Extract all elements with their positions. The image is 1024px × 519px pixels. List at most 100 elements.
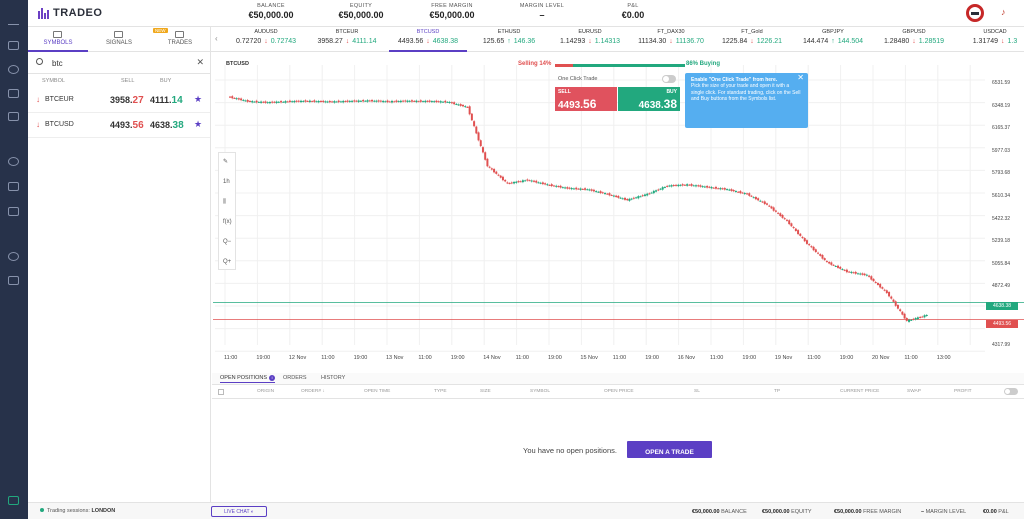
open-trade-button[interactable]: OPEN A TRADE xyxy=(627,441,712,458)
ticker-buy[interactable]: 146.36 xyxy=(514,38,535,45)
candle xyxy=(632,197,635,199)
chart-sell-button[interactable]: SELL 4493.56 xyxy=(555,87,617,111)
ticker-sell[interactable]: 1.14293 xyxy=(560,38,585,45)
candle xyxy=(586,189,589,191)
symbol-row-btcusd[interactable]: ↓ BTCUSD 4493.56 4638.38 ★ xyxy=(28,113,210,138)
warning-icon[interactable] xyxy=(8,16,19,25)
tab-orders[interactable]: ORDERS xyxy=(283,375,307,381)
candle xyxy=(268,101,271,104)
one-click-toggle[interactable] xyxy=(662,75,676,83)
close-icon[interactable]: ✕ xyxy=(196,57,204,68)
ticker-buy[interactable]: 4638.38 xyxy=(433,38,458,45)
down-arrow-icon: ↓ xyxy=(36,95,40,104)
timeframe-button[interactable]: 1h xyxy=(223,179,230,185)
candle xyxy=(894,301,897,306)
avatar[interactable] xyxy=(966,4,984,22)
ticker-buy[interactable]: 144.504 xyxy=(838,38,863,45)
candle xyxy=(837,265,840,268)
ticker-btcusd[interactable]: BTCUSD 4493.56 ↓ 4638.38 xyxy=(389,27,467,52)
candle xyxy=(240,98,243,101)
sell-price[interactable]: 3958.27 xyxy=(110,95,144,106)
buy-price[interactable]: 4111.14 xyxy=(150,95,183,106)
candle xyxy=(430,101,433,103)
ticker-sell[interactable]: 144.474 xyxy=(803,38,828,45)
star-icon[interactable]: ★ xyxy=(194,94,202,105)
ticker-buy[interactable]: 1226.21 xyxy=(757,38,782,45)
close-icon[interactable]: ✕ xyxy=(797,73,804,81)
ticker-buy[interactable]: 1.14313 xyxy=(595,38,620,45)
chart-buy-button[interactable]: BUY 4638.38 xyxy=(618,87,680,111)
bell-icon[interactable]: ♪ xyxy=(1001,7,1006,17)
ticker-gbpjpy[interactable]: GBPJPY 144.474 ↑ 144.504 xyxy=(794,27,872,52)
ticker-buy[interactable]: 1.3 xyxy=(1008,38,1018,45)
symbol-row-btceur[interactable]: ↓ BTCEUR 3958.27 4111.14 ★ xyxy=(28,88,210,113)
candles-icon[interactable]: ⫼ xyxy=(223,199,226,206)
column-header: TP xyxy=(774,389,781,394)
candle xyxy=(797,230,800,235)
indicators-button[interactable]: f(x) xyxy=(223,219,232,225)
candle xyxy=(670,185,673,187)
deposit-icon[interactable] xyxy=(8,496,19,505)
chart-icon[interactable] xyxy=(8,89,19,98)
ticker-btceur[interactable]: BTCEUR 3958.27 ↓ 4111.14 xyxy=(308,27,386,52)
ticker-buy[interactable]: 4111.14 xyxy=(352,38,376,45)
candle xyxy=(615,195,618,197)
help-icon[interactable] xyxy=(8,252,19,261)
candle xyxy=(728,189,731,191)
profit-toggle[interactable] xyxy=(1004,388,1018,395)
ticker-sell[interactable]: 125.65 xyxy=(483,38,504,45)
candle xyxy=(530,180,533,182)
tab-history[interactable]: HISTORY xyxy=(321,375,345,381)
ticker-eurusd[interactable]: EURUSD 1.14293 ↓ 1.14313 xyxy=(551,27,629,52)
ticker-gbpusd[interactable]: GBPUSD 1.28480 ↓ 1.28519 xyxy=(875,27,953,52)
tradeo-logo[interactable]: TRADEO xyxy=(38,7,102,19)
ticker-sell[interactable]: 1.28480 xyxy=(884,38,909,45)
star-icon[interactable]: ★ xyxy=(194,119,202,130)
chevron-left-icon[interactable]: ‹ xyxy=(215,34,218,43)
logout-icon[interactable] xyxy=(8,276,19,285)
message-icon[interactable] xyxy=(8,207,19,216)
ticker-usdcad[interactable]: USDCAD 1.31749 ↓ 1.3 xyxy=(956,27,1024,52)
video-icon[interactable] xyxy=(8,182,19,191)
list-icon[interactable] xyxy=(8,112,19,121)
candle xyxy=(754,196,757,200)
ticker-buy[interactable]: 1.28519 xyxy=(919,38,944,45)
ticker-sell[interactable]: 1225.84 xyxy=(722,38,747,45)
candle xyxy=(623,197,626,200)
sell-price[interactable]: 4493.56 xyxy=(110,120,144,131)
tab-trades[interactable]: TRADES xyxy=(150,27,210,52)
symbol-search[interactable]: btc ✕ xyxy=(28,52,210,74)
pencil-icon[interactable]: ✎ xyxy=(223,158,228,165)
tab-signals[interactable]: NEW SIGNALS xyxy=(89,27,168,52)
candle xyxy=(845,269,848,273)
buy-price[interactable]: 4638.38 xyxy=(150,120,184,131)
zoom-in-icon[interactable]: Q+ xyxy=(223,259,231,265)
live-chat-button[interactable]: LIVE CHAT ◐ xyxy=(211,506,267,517)
select-all-checkbox[interactable] xyxy=(218,389,224,395)
settings-icon[interactable] xyxy=(8,157,19,166)
ticker-sell[interactable]: 11134.30 xyxy=(638,38,666,45)
ticker-ft_dax30[interactable]: FT_DAX30 11134.30 ↓ 11136.70 xyxy=(632,27,710,52)
ticker-sell[interactable]: 3958.27 xyxy=(317,38,342,45)
ticker-audusd[interactable]: AUDUSD 0.72720 ↓ 0.72743 xyxy=(227,27,305,52)
tab-symbols[interactable]: SYMBOLS xyxy=(28,27,88,52)
candle xyxy=(881,287,884,289)
zoom-out-icon[interactable]: Q− xyxy=(223,239,231,245)
candle xyxy=(235,98,238,100)
candle xyxy=(617,195,620,198)
users-icon[interactable] xyxy=(8,65,19,74)
search-input[interactable]: btc xyxy=(52,59,63,68)
ticker-ethusd[interactable]: ETHUSD 125.65 ↑ 146.36 xyxy=(470,27,548,52)
ticker-ft_gold[interactable]: FT_Gold 1225.84 ↓ 1226.21 xyxy=(713,27,791,52)
wallet-icon[interactable] xyxy=(8,41,19,50)
ticker-buy[interactable]: 0.72743 xyxy=(271,38,296,45)
candle xyxy=(497,174,500,176)
ticker-buy[interactable]: 11136.70 xyxy=(676,38,704,45)
column-header[interactable]: ORDER# ↓ xyxy=(301,389,325,394)
ticker-sell[interactable]: 0.72720 xyxy=(236,38,261,45)
direction-arrow-icon: ↓ xyxy=(1001,38,1005,45)
tab-open-positions[interactable]: OPEN POSITIONS i xyxy=(220,375,276,383)
ticker-sell[interactable]: 4493.56 xyxy=(398,38,423,45)
candle xyxy=(324,101,327,103)
ticker-sell[interactable]: 1.31749 xyxy=(973,38,998,45)
